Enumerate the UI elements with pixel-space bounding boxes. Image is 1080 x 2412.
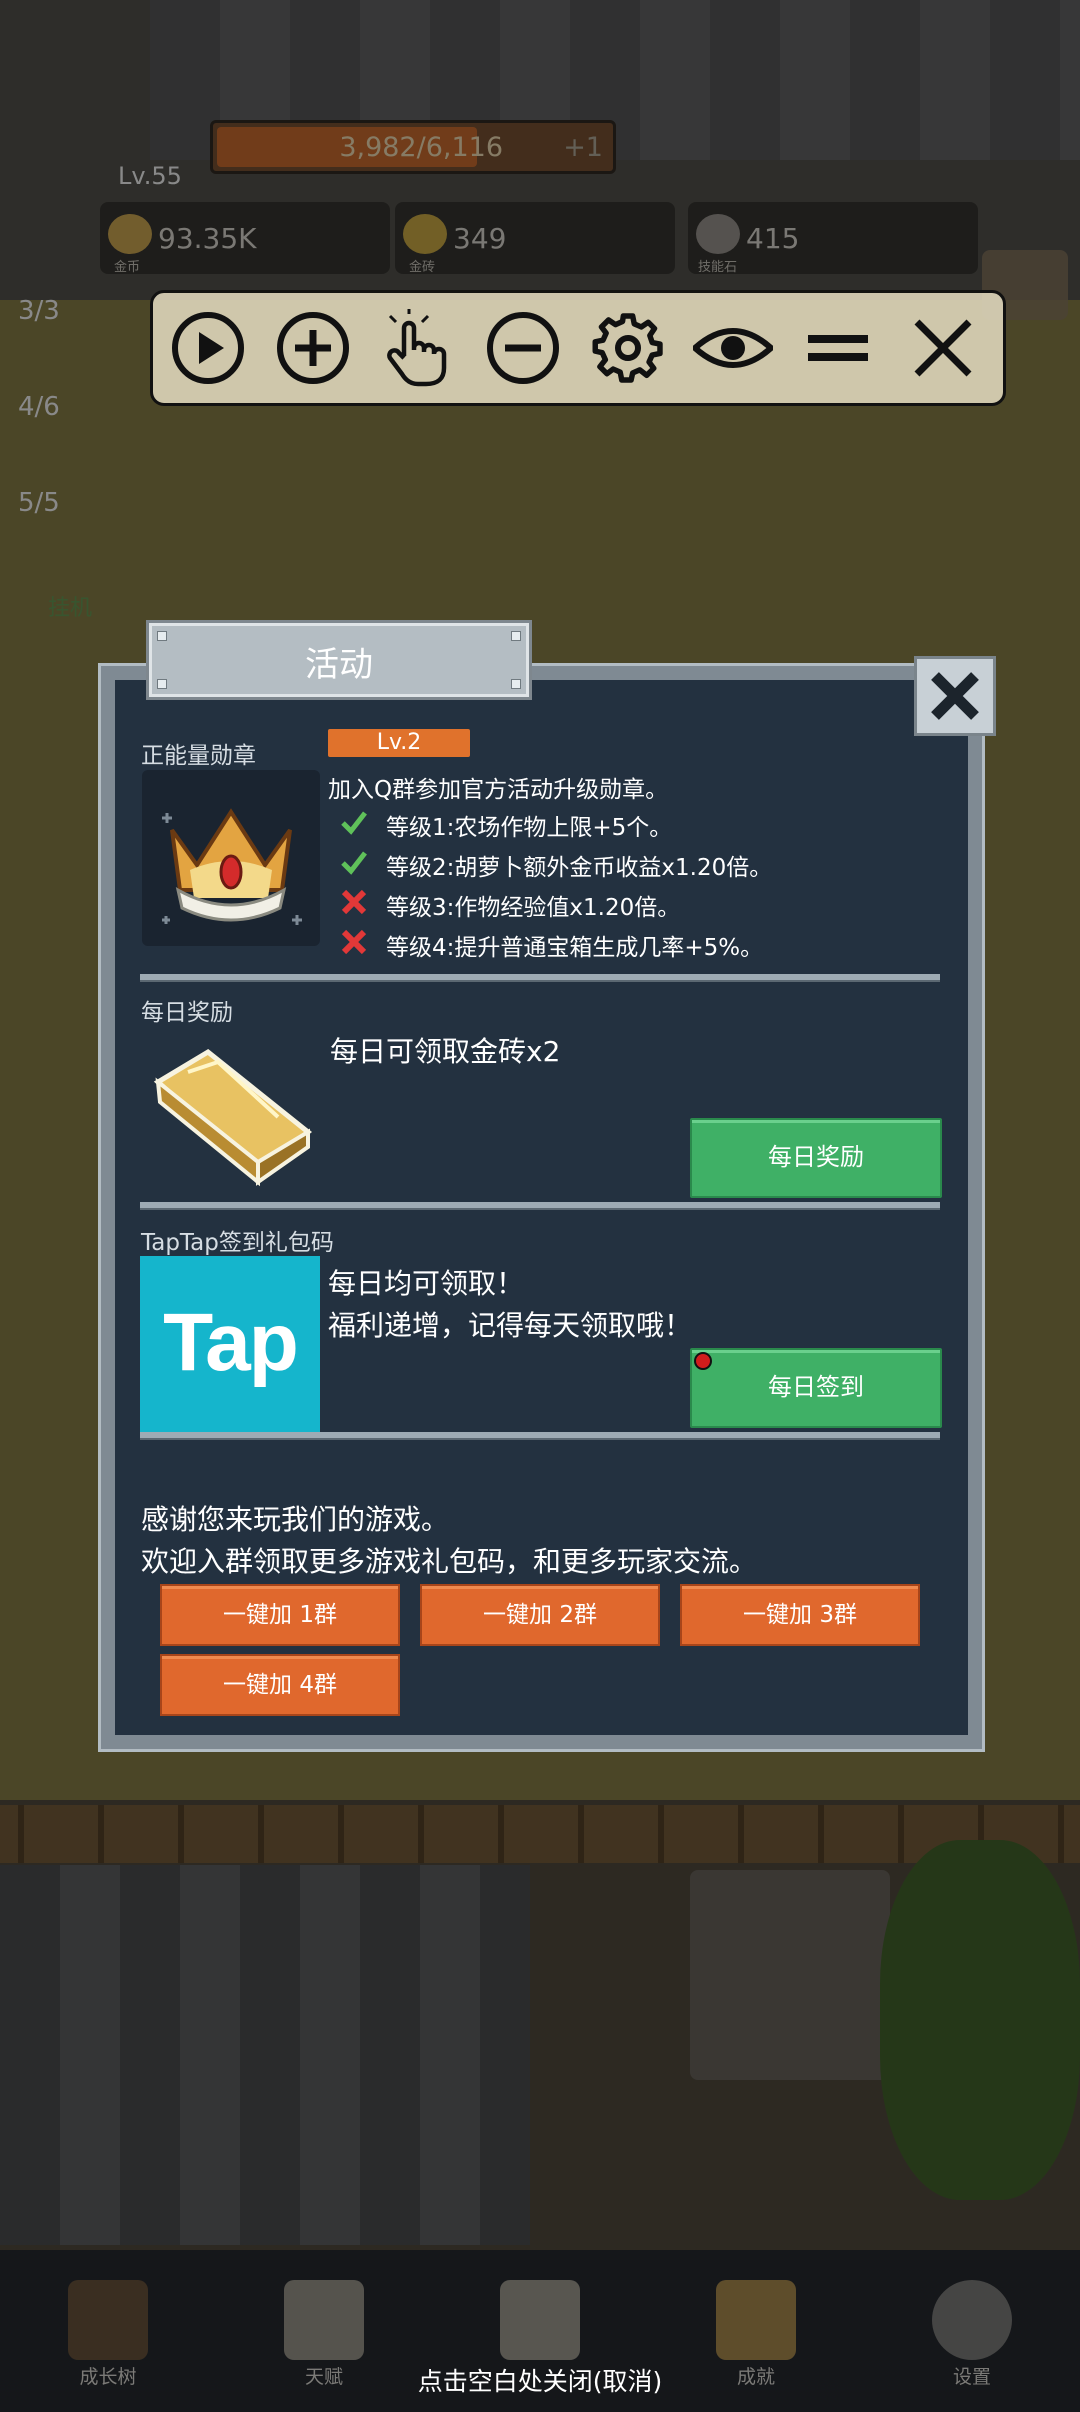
thanks-line-1: 感谢您来玩我们的游戏。 xyxy=(141,1503,450,1536)
medal-level-text: 等级4:提升普通宝箱生成几率+5%。 xyxy=(386,935,764,961)
taptap-logo: Tap xyxy=(140,1256,320,1434)
thanks-line-2: 欢迎入群领取更多游戏礼包码，和更多玩家交流。 xyxy=(141,1545,758,1578)
join-group-4-button[interactable]: 一键加 4群 xyxy=(160,1654,400,1716)
medal-description: 加入Q群参加官方活动升级勋章。 xyxy=(328,777,669,803)
panel-title: 活动 xyxy=(305,645,373,685)
medal-level-text: 等级2:胡萝卜额外金币收益x1.20倍。 xyxy=(386,855,773,881)
crown-medal-icon xyxy=(162,808,302,925)
tap-icon[interactable] xyxy=(378,308,458,388)
map-icon xyxy=(500,2280,580,2360)
taptap-logo-text: Tap xyxy=(163,1297,299,1388)
gold-brick-icon xyxy=(153,1048,313,1187)
gear-icon[interactable] xyxy=(588,308,668,388)
section-divider xyxy=(140,1432,940,1440)
rivet xyxy=(157,631,167,641)
key-icon xyxy=(716,2280,796,2360)
taptap-section-label: TapTap签到礼包码 xyxy=(141,1230,334,1256)
daily-section-label: 每日奖励 xyxy=(141,1000,233,1026)
join-group-3-button[interactable]: 一键加 3群 xyxy=(680,1584,920,1646)
zoom-in-icon[interactable] xyxy=(273,308,353,388)
gear-icon xyxy=(932,2280,1012,2360)
check-icon xyxy=(341,851,367,875)
panel-title-tab: 活动 xyxy=(146,620,532,700)
section-divider xyxy=(140,974,940,982)
check-icon xyxy=(341,811,367,835)
medal-section-label: 正能量勋章 xyxy=(141,743,256,769)
medal-level-tag: Lv.2 xyxy=(328,729,470,757)
section-divider xyxy=(140,1202,940,1210)
join-group-1-button[interactable]: 一键加 1群 xyxy=(160,1584,400,1646)
rivet xyxy=(157,679,167,689)
cross-icon xyxy=(341,889,367,915)
zoom-out-icon[interactable] xyxy=(483,308,563,388)
daily-reward-button[interactable]: 每日奖励 xyxy=(690,1118,942,1198)
medal-badge xyxy=(142,770,320,946)
notification-dot xyxy=(694,1352,712,1370)
rivet xyxy=(511,631,521,641)
cross-icon xyxy=(341,929,367,955)
rivet xyxy=(511,679,521,689)
panel-close-button[interactable] xyxy=(914,656,996,736)
medal-level-text: 等级3:作物经验值x1.20倍。 xyxy=(386,895,681,921)
play-icon[interactable] xyxy=(168,308,248,388)
daily-reward-text: 每日可领取金砖x2 xyxy=(330,1035,561,1068)
join-group-2-button[interactable]: 一键加 2群 xyxy=(420,1584,660,1646)
scroll-icon xyxy=(284,2280,364,2360)
auto-clicker-toolbar xyxy=(150,290,1006,406)
menu-icon[interactable] xyxy=(798,308,878,388)
taptap-line-2: 福利递增，记得每天领取哦！ xyxy=(328,1309,693,1342)
close-x-icon xyxy=(931,672,979,720)
book-icon xyxy=(68,2280,148,2360)
medal-level-text: 等级1:农场作物上限+5个。 xyxy=(386,815,673,841)
taptap-line-1: 每日均可领取！ xyxy=(328,1267,525,1300)
close-hint[interactable]: 点击空白处关闭(取消) xyxy=(0,2362,1080,2398)
close-icon[interactable] xyxy=(903,308,983,388)
daily-checkin-button[interactable]: 每日签到 xyxy=(690,1348,942,1428)
eye-icon[interactable] xyxy=(690,308,776,388)
